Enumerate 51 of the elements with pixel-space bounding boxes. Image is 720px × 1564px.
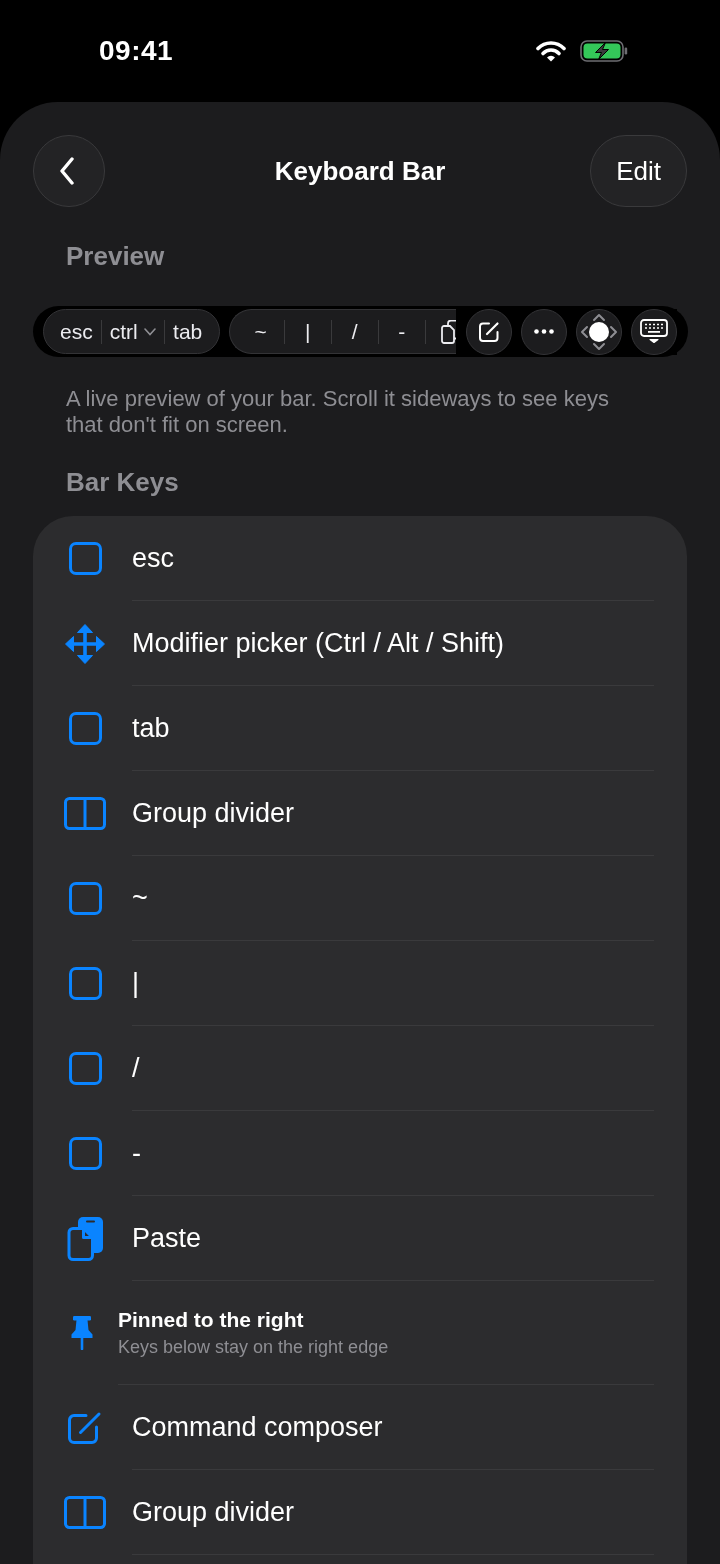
status-time: 09:41: [99, 35, 174, 67]
key-name: tab: [132, 712, 170, 745]
key-name: Paste: [132, 1222, 202, 1255]
split-rectangle-icon: [64, 1496, 106, 1529]
compose-icon: [478, 320, 500, 343]
key-name: Group divider: [132, 1496, 295, 1529]
compose-button[interactable]: [466, 308, 512, 355]
key-name: Group divider: [132, 797, 295, 830]
phone-document-icon: [67, 1216, 103, 1261]
key-name: Modifier picker (Ctrl / Alt / Shift): [132, 627, 505, 660]
direction-pad-icon: [579, 311, 619, 352]
back-icon: [59, 157, 75, 185]
key-name: -: [132, 1137, 141, 1170]
square-icon: [68, 967, 102, 1000]
page-title: Keyboard Bar: [274, 155, 446, 187]
ellipsis-icon: [534, 329, 554, 334]
split-rectangle-icon: [64, 797, 106, 830]
compose-icon: [67, 1410, 103, 1445]
pinned-section-subtitle: Keys below stay on the right edge: [118, 1335, 389, 1359]
section-heading: Preview: [66, 240, 165, 272]
edit-button[interactable]: Edit: [590, 135, 687, 207]
bar-key[interactable]: esc: [60, 318, 93, 345]
square-icon: [68, 882, 102, 915]
bar-key[interactable]: -: [386, 318, 417, 345]
pinned-section-title: Pinned to the right: [118, 1306, 304, 1333]
keyboard-button[interactable]: [631, 308, 677, 355]
square-icon: [68, 542, 102, 575]
keyboard-icon: [640, 319, 668, 344]
direction-pad-button[interactable]: [576, 308, 622, 355]
preview-caption: A live preview of your bar. Scroll it sideways to see keys that don't fit on screen.: [66, 386, 610, 438]
bar-key[interactable]: /: [339, 318, 370, 345]
bar-key[interactable]: |: [292, 318, 323, 345]
wifi-icon: [536, 40, 566, 62]
bar-key[interactable]: tab: [172, 318, 203, 345]
modifier-key[interactable]: ctrl: [109, 318, 156, 345]
key-name: |: [132, 967, 139, 1000]
key-name: Command composer: [132, 1411, 383, 1444]
more-button[interactable]: [521, 308, 567, 355]
battery-charging-icon: [580, 40, 628, 62]
key-name: ~: [132, 882, 148, 915]
section-heading: Bar Keys: [66, 466, 179, 498]
move-arrows-icon: [65, 623, 105, 664]
chevron-down-icon: [143, 327, 156, 336]
document-icon[interactable]: [439, 319, 456, 344]
bar-key[interactable]: ~: [245, 318, 276, 345]
square-icon: [68, 712, 102, 745]
square-icon: [68, 1137, 102, 1170]
key-name: /: [132, 1052, 140, 1085]
pin-icon: [70, 1316, 93, 1350]
square-icon: [68, 1052, 102, 1085]
key-name: esc: [132, 542, 175, 575]
